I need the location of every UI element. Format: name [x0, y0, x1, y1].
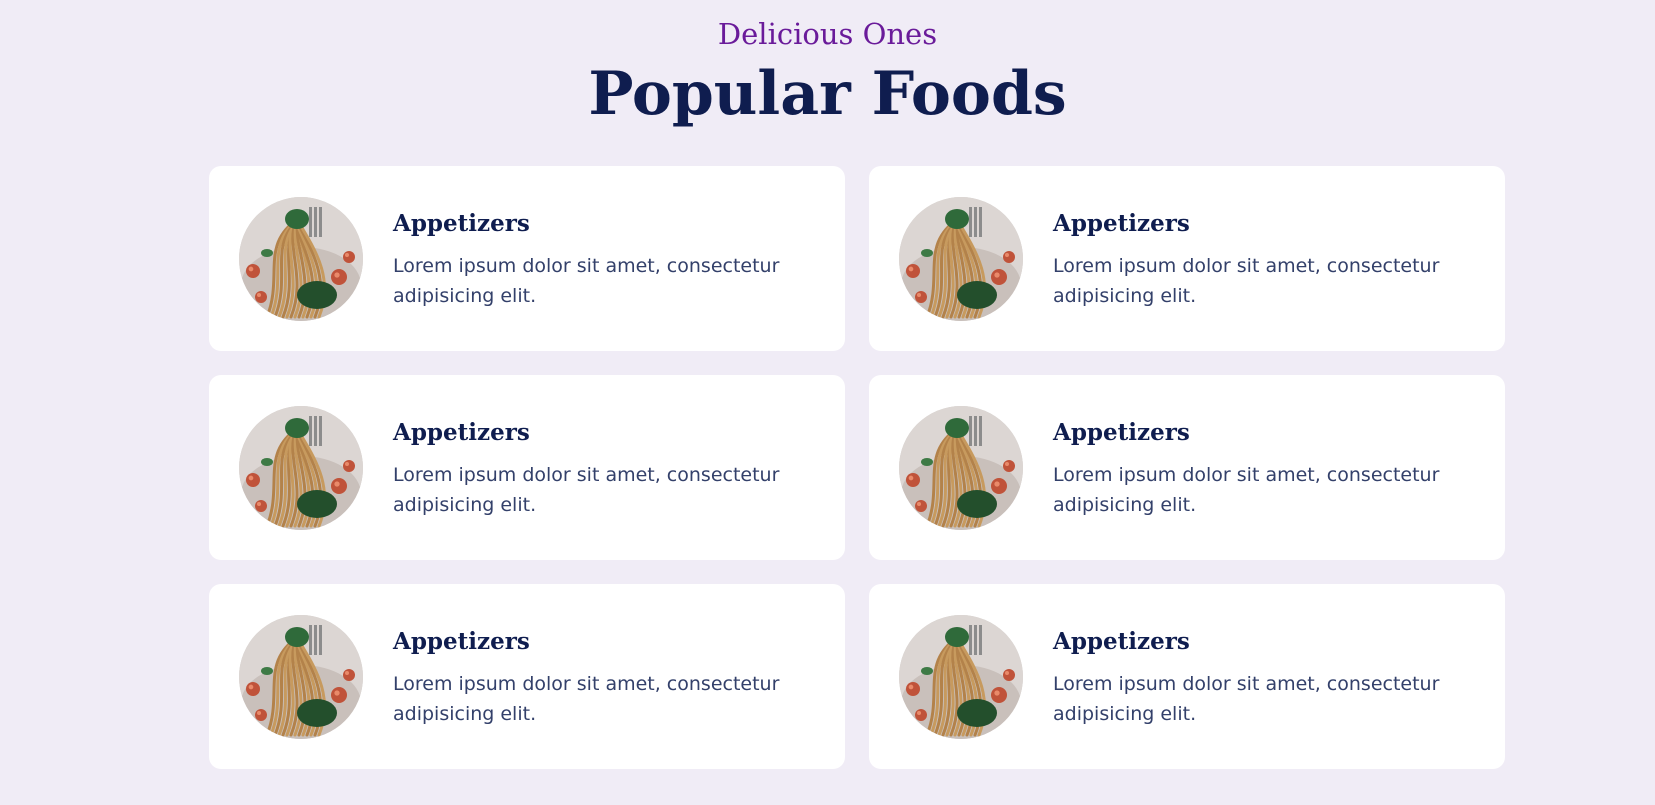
card-title: Appetizers: [1053, 627, 1190, 655]
pasta-dish-image: [239, 196, 363, 321]
food-card[interactable]: Appetizers Lorem ipsum dolor sit amet, c…: [209, 584, 845, 769]
food-card[interactable]: Appetizers Lorem ipsum dolor sit amet, c…: [209, 166, 845, 351]
card-body: Appetizers Lorem ipsum dolor sit amet, c…: [393, 207, 793, 311]
card-title: Appetizers: [1053, 418, 1190, 446]
card-description: Lorem ipsum dolor sit amet, consectetur …: [393, 672, 780, 725]
card-body: Appetizers Lorem ipsum dolor sit amet, c…: [393, 416, 793, 520]
card-description: Lorem ipsum dolor sit amet, consectetur …: [393, 463, 780, 516]
card-body: Appetizers Lorem ipsum dolor sit amet, c…: [1053, 416, 1453, 520]
card-title: Appetizers: [1053, 209, 1190, 237]
pasta-dish-image: [899, 614, 1023, 739]
card-body: Appetizers Lorem ipsum dolor sit amet, c…: [1053, 207, 1453, 311]
pasta-dish-image: [899, 405, 1023, 530]
food-card[interactable]: Appetizers Lorem ipsum dolor sit amet, c…: [869, 166, 1505, 351]
food-card-grid: Appetizers Lorem ipsum dolor sit amet, c…: [209, 166, 1505, 769]
section-subtitle: Delicious Ones: [717, 17, 938, 51]
food-card[interactable]: Appetizers Lorem ipsum dolor sit amet, c…: [869, 375, 1505, 560]
food-card[interactable]: Appetizers Lorem ipsum dolor sit amet, c…: [209, 375, 845, 560]
card-description: Lorem ipsum dolor sit amet, consectetur …: [393, 254, 780, 307]
card-description: Lorem ipsum dolor sit amet, consectetur …: [1053, 254, 1440, 307]
card-description: Lorem ipsum dolor sit amet, consectetur …: [1053, 463, 1440, 516]
food-card[interactable]: Appetizers Lorem ipsum dolor sit amet, c…: [869, 584, 1505, 769]
card-description: Lorem ipsum dolor sit amet, consectetur …: [1053, 672, 1440, 725]
card-title: Appetizers: [393, 209, 530, 237]
card-body: Appetizers Lorem ipsum dolor sit amet, c…: [1053, 625, 1453, 729]
section-title: Popular Foods: [588, 59, 1067, 129]
card-body: Appetizers Lorem ipsum dolor sit amet, c…: [393, 625, 793, 729]
popular-foods-section: Delicious Ones Popular Foods Appetizers …: [0, 0, 1655, 805]
card-title: Appetizers: [393, 418, 530, 446]
pasta-dish-image: [899, 196, 1023, 321]
pasta-dish-image: [239, 614, 363, 739]
card-title: Appetizers: [393, 627, 530, 655]
pasta-dish-image: [239, 405, 363, 530]
